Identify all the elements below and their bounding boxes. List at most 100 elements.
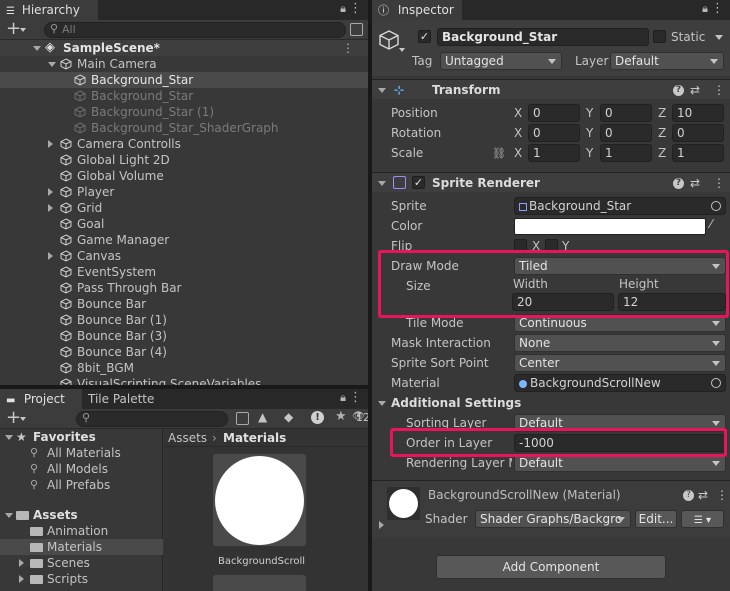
- hierarchy-item[interactable]: VisualScripting SceneVariables: [0, 376, 368, 385]
- favorites-header[interactable]: ★ Favorites: [0, 429, 162, 445]
- asset-folder-item[interactable]: Scripts: [0, 571, 163, 587]
- fold-arrow-icon[interactable]: [33, 46, 41, 51]
- hierarchy-item[interactable]: Pass Through Bar: [0, 280, 368, 296]
- axis-label[interactable]: Y: [586, 104, 593, 122]
- favorites-item[interactable]: ⚲ All Materials: [0, 445, 162, 461]
- project-search-input[interactable]: ⚲: [76, 411, 228, 427]
- axis-label[interactable]: Y: [586, 124, 593, 142]
- label-filter-icon[interactable]: ◆: [284, 410, 293, 424]
- sprite-object-field[interactable]: Background_Star: [514, 197, 726, 215]
- shader-edit-button[interactable]: Edit...: [635, 510, 677, 528]
- breadcrumb-root[interactable]: Assets: [168, 429, 207, 447]
- fold-arrow-icon[interactable]: [48, 62, 56, 67]
- scene-search-icon[interactable]: [236, 412, 249, 425]
- preset-icon[interactable]: ⇄: [690, 173, 700, 193]
- hierarchy-item[interactable]: Canvas: [0, 248, 368, 264]
- hierarchy-item[interactable]: Player: [0, 184, 368, 200]
- axis-label[interactable]: X: [514, 144, 522, 162]
- add-icon[interactable]: +: [6, 407, 21, 428]
- type-filter-icon[interactable]: ▲: [258, 410, 267, 424]
- object-picker-icon[interactable]: [711, 378, 721, 388]
- scene-options-icon[interactable]: ⋮: [342, 40, 354, 56]
- asset-folder-item[interactable]: Scenes: [0, 555, 163, 571]
- hierarchy-search-input[interactable]: ⚲ All: [44, 22, 346, 38]
- color-swatch[interactable]: [514, 218, 706, 235]
- hierarchy-item[interactable]: Goal: [0, 216, 368, 232]
- hierarchy-item[interactable]: Background_Star_ShaderGraph: [0, 120, 368, 136]
- eyedropper-icon[interactable]: ⁄: [710, 217, 712, 231]
- fold-arrow-icon[interactable]: [378, 401, 386, 406]
- axis-label[interactable]: X: [514, 124, 522, 142]
- lock-icon[interactable]: 🔒︎: [340, 2, 346, 16]
- add-component-button[interactable]: Add Component: [436, 555, 666, 579]
- fold-arrow-icon[interactable]: [19, 559, 24, 567]
- scale-y-input[interactable]: 1: [600, 144, 652, 162]
- hierarchy-item[interactable]: Camera Controlls: [0, 136, 368, 152]
- material-object-field[interactable]: BackgroundScrollNew: [514, 374, 726, 392]
- asset-folder-item[interactable]: Materials: [0, 539, 163, 555]
- component-options-icon[interactable]: ⋮: [716, 488, 728, 502]
- axis-label[interactable]: Z: [658, 124, 666, 142]
- fold-arrow-icon[interactable]: [48, 140, 53, 148]
- hierarchy-item[interactable]: Background_Star (1): [0, 104, 368, 120]
- hierarchy-item[interactable]: Global Light 2D: [0, 152, 368, 168]
- asset-tile-partial[interactable]: [213, 575, 306, 591]
- axis-label[interactable]: Z: [658, 144, 666, 162]
- asset-folder-item[interactable]: Animation: [0, 523, 163, 539]
- shader-options-button[interactable]: ☰ ▾: [681, 510, 724, 528]
- rotation-y-input[interactable]: 0: [600, 124, 652, 142]
- fold-arrow-icon[interactable]: [5, 513, 13, 518]
- scene-row[interactable]: ◈ SampleScene* ⋮: [0, 40, 368, 56]
- sprite-renderer-header[interactable]: ✓ Sprite Renderer ? ⇄ ⋮: [372, 172, 730, 192]
- add-icon[interactable]: +: [6, 18, 21, 39]
- sprite-sort-point-dropdown[interactable]: Center: [514, 354, 726, 372]
- more-options-icon[interactable]: ⋮: [349, 390, 362, 405]
- hierarchy-item[interactable]: Bounce Bar (1): [0, 312, 368, 328]
- scale-x-input[interactable]: 1: [528, 144, 580, 162]
- tab-hierarchy[interactable]: ☰ Hierarchy: [0, 0, 98, 20]
- hierarchy-item[interactable]: Bounce Bar (4): [0, 344, 368, 360]
- hierarchy-item[interactable]: Bounce Bar: [0, 296, 368, 312]
- mask-interaction-dropdown[interactable]: None: [514, 334, 726, 352]
- add-dropdown-arrow-icon[interactable]: [20, 417, 26, 421]
- position-y-input[interactable]: 0: [600, 104, 652, 122]
- sprite-renderer-enabled-checkbox[interactable]: ✓: [412, 176, 425, 189]
- star-icon[interactable]: ★: [335, 409, 347, 424]
- asset-tile[interactable]: [213, 454, 306, 546]
- fold-arrow-icon[interactable]: [378, 181, 386, 186]
- scale-z-input[interactable]: 1: [672, 144, 724, 162]
- position-x-input[interactable]: 0: [528, 104, 580, 122]
- preset-icon[interactable]: ⇄: [698, 488, 708, 502]
- hierarchy-item[interactable]: Global Volume: [0, 168, 368, 184]
- hierarchy-item[interactable]: EventSystem: [0, 264, 368, 280]
- hierarchy-item[interactable]: Main Camera: [0, 56, 368, 72]
- hierarchy-item[interactable]: Background_Star: [0, 88, 368, 104]
- axis-label[interactable]: Z: [658, 104, 666, 122]
- hierarchy-item[interactable]: Game Manager: [0, 232, 368, 248]
- fold-arrow-icon[interactable]: [48, 188, 53, 196]
- rotation-z-input[interactable]: 0: [672, 124, 724, 142]
- object-picker-icon[interactable]: [711, 201, 721, 211]
- axis-label[interactable]: Y: [586, 144, 593, 162]
- rotation-x-input[interactable]: 0: [528, 124, 580, 142]
- fold-arrow-icon[interactable]: [48, 204, 53, 212]
- more-options-icon[interactable]: ⋮: [349, 1, 362, 16]
- tab-tile-palette[interactable]: Tile Palette: [82, 389, 172, 409]
- fold-arrow-icon[interactable]: [48, 252, 53, 260]
- hierarchy-item[interactable]: Grid: [0, 200, 368, 216]
- shader-dropdown[interactable]: Shader Graphs/Backgro: [475, 510, 631, 528]
- fold-arrow-icon[interactable]: [19, 575, 24, 583]
- assets-header[interactable]: Assets: [0, 507, 162, 523]
- scene-search-icon[interactable]: [350, 23, 363, 36]
- add-dropdown-arrow-icon[interactable]: [20, 28, 26, 32]
- hierarchy-item[interactable]: 8bit_BGM: [0, 360, 368, 376]
- lock-icon[interactable]: 🔒︎: [340, 391, 346, 405]
- help-icon[interactable]: ?: [673, 178, 684, 189]
- axis-label[interactable]: X: [514, 104, 522, 122]
- fold-arrow-icon[interactable]: [379, 521, 384, 529]
- favorites-item[interactable]: ⚲ All Models: [0, 461, 162, 477]
- hierarchy-item[interactable]: Background_Star: [0, 72, 368, 88]
- hierarchy-item[interactable]: Bounce Bar (3): [0, 328, 368, 344]
- component-options-icon[interactable]: ⋮: [713, 173, 725, 193]
- tab-project[interactable]: ▬ Project: [0, 389, 82, 409]
